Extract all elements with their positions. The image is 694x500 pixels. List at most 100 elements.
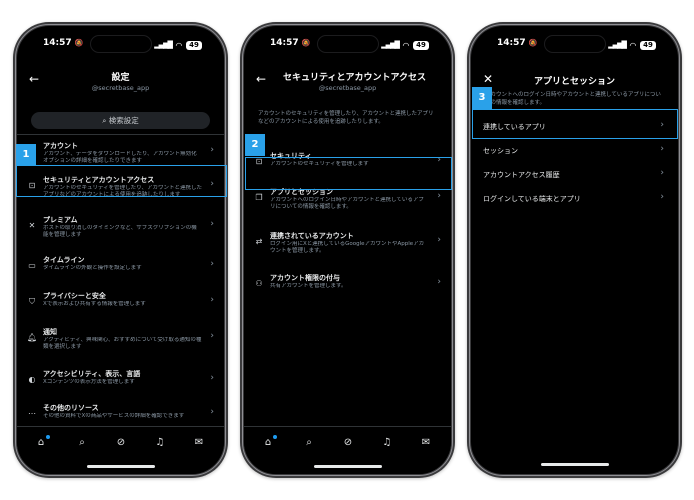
- item-desc: アカウントへのログイン日時やアカウントと連携しているアプリについての情報を確認し…: [270, 197, 424, 210]
- highlight-box-1: [16, 165, 227, 197]
- bell-off-icon: 🔕: [74, 39, 84, 47]
- wifi-icon: ◠: [629, 40, 636, 50]
- item-title: アカウント権限の付与: [270, 274, 340, 282]
- menu-item-sessions[interactable]: セッション ›: [483, 144, 664, 156]
- step-badge-3: 3: [472, 87, 492, 109]
- screenshot-stage: sapp.net 14:57 🔕 ▂▄▆█◠49 ← 設定 @secretbas…: [0, 0, 694, 500]
- settings-item-notifications[interactable]: 🔔︎ 通知 アクティビティ、興味関心、おすすめについて受け取る通知の種類を選択し…: [17, 326, 224, 354]
- accessibility-icon: ◐: [28, 375, 36, 384]
- back-arrow-icon[interactable]: ←: [29, 72, 39, 86]
- close-icon[interactable]: ✕: [483, 72, 493, 86]
- battery-icon: 49: [413, 40, 429, 50]
- security-item-delegate[interactable]: ⚇ アカウント権限の付与 共有アカウントを管理します。 ›: [244, 272, 451, 296]
- apps-sessions-screen: 14:57 🔕 ▂▄▆█ ◠ 49 ✕ アプリとセッション アカウントへのログイン日…: [471, 26, 678, 474]
- settings-screen: 14:57 🔕 ▂▄▆█ ◠ 49 ← 設定 @secretbase_app ⌕ 検…: [17, 26, 224, 474]
- grok-icon[interactable]: ⊘: [113, 437, 129, 448]
- step-badge-1: 1: [16, 144, 36, 166]
- battery-icon: 49: [640, 40, 656, 50]
- highlight-box-3: [472, 109, 678, 139]
- home-indicator: [313, 465, 382, 468]
- settings-item-privacy[interactable]: ⛉ プライバシーと安全 Xで表示および共有する情報を管理します ›: [17, 290, 224, 314]
- phone-settings: 14:57 🔕 ▂▄▆█ ◠ 49 ← 設定 @secretbase_app ⌕ 検…: [13, 22, 228, 478]
- back-arrow-icon[interactable]: ←: [256, 72, 266, 86]
- item-desc: 共有アカウントを管理します。: [270, 283, 347, 289]
- messages-icon[interactable]: ✉: [418, 437, 434, 448]
- status-bar: 14:57 🔕 ▂▄▆█ ◠ 49: [471, 38, 678, 52]
- security-screen: 14:57 🔕 ▂▄▆█ ◠ 49 ← セキュリティとアカウントアクセス @secr…: [244, 26, 451, 474]
- home-indicator: [540, 463, 609, 466]
- messages-icon[interactable]: ✉: [191, 437, 207, 448]
- timeline-icon: ▭: [28, 261, 36, 270]
- settings-item-timeline[interactable]: ▭ タイムライン タイムラインの外観と操作を設定します ›: [17, 254, 224, 278]
- x-icon: ✕: [28, 221, 36, 230]
- settings-item-accessibility[interactable]: ◐ アクセシビリティ、表示、言語 Xコンテンツの表示方法を管理します ›: [17, 368, 224, 392]
- chevron-right-icon: ›: [437, 277, 441, 287]
- settings-header: ← 設定 @secretbase_app: [17, 68, 224, 100]
- link-icon: ⇄: [255, 237, 263, 246]
- search-icon[interactable]: ⌕: [74, 437, 90, 448]
- status-time: 14:57: [43, 38, 72, 48]
- chevron-right-icon: ›: [210, 407, 214, 417]
- status-time: 14:57: [497, 38, 526, 48]
- bell-off-icon: 🔕: [301, 39, 311, 47]
- bottom-tab-bar: ⌂ ⌕ ⊘ ♫ ✉: [244, 426, 451, 474]
- intro-text: アカウントのセキュリティを管理したり、アカウントと連携したアプリなどのアカウント…: [258, 111, 434, 125]
- step-badge-2: 2: [245, 134, 265, 156]
- security-item-connected-accounts[interactable]: ⇄ 連携されているアカウント ログイン用にXと連携しているGoogleアカウント…: [244, 230, 451, 258]
- wifi-icon: ◠: [402, 40, 409, 50]
- item-desc: ポストの取り消しのタイミングなど、サブスクリプションの機能を管理します: [43, 225, 197, 238]
- item-desc: タイムラインの外観と操作を設定します: [43, 265, 142, 271]
- wifi-icon: ◠: [175, 40, 182, 50]
- search-icon[interactable]: ⌕: [301, 437, 317, 448]
- signal-icon: ▂▄▆█: [154, 41, 173, 49]
- item-title: 連携されているアカウント: [270, 232, 354, 240]
- shield-icon: ⛉: [29, 297, 35, 306]
- chevron-right-icon: ›: [660, 192, 664, 202]
- bottom-tab-bar: ⌂ ⌕ ⊘ ♫ ✉: [17, 426, 224, 474]
- status-time: 14:57: [270, 38, 299, 48]
- phone-apps-sessions: 14:57 🔕 ▂▄▆█ ◠ 49 ✕ アプリとセッション アカウントへのログイン日…: [467, 22, 682, 478]
- search-input[interactable]: ⌕ 検索設定: [31, 112, 210, 129]
- page-subtitle: @secretbase_app: [91, 84, 150, 92]
- page-subtitle: @secretbase_app: [318, 84, 377, 92]
- menu-item-access-history[interactable]: アカウントアクセス履歴 ›: [483, 168, 664, 180]
- search-icon: ⌕: [102, 116, 107, 125]
- page-title: アプリとセッション: [533, 77, 615, 87]
- intro-text: アカウントへのログイン日時やアカウントと連携しているアプリについての情報を確認し…: [485, 92, 661, 106]
- chevron-right-icon: ›: [210, 295, 214, 305]
- page-title: セキュリティとアカウントアクセス: [282, 73, 426, 83]
- item-title: タイムライン: [43, 256, 85, 264]
- item-title: プライバシーと安全: [43, 292, 106, 300]
- chevron-right-icon: ›: [210, 219, 214, 229]
- item-label: セッション: [483, 147, 518, 155]
- signal-icon: ▂▄▆█: [381, 41, 400, 49]
- notifications-icon[interactable]: ♫: [379, 437, 395, 448]
- item-desc: アカウント、データをダウンロードしたり、アカウント無効化オプションの詳細を確認し…: [43, 151, 197, 164]
- bell-off-icon: 🔕: [528, 39, 538, 47]
- status-bar: 14:57 🔕 ▂▄▆█ ◠ 49: [17, 38, 224, 52]
- settings-item-resources[interactable]: ⋯ その他のリソース その他の資料でXの商品やサービスの詳細を確認できます ›: [17, 402, 224, 426]
- item-desc: その他の資料でXの商品やサービスの詳細を確認できます: [43, 413, 185, 419]
- item-label: ログインしている端末とアプリ: [483, 195, 581, 203]
- grok-icon[interactable]: ⊘: [340, 437, 356, 448]
- chevron-right-icon: ›: [660, 144, 664, 154]
- item-title: その他のリソース: [43, 404, 99, 412]
- notifications-icon[interactable]: ♫: [152, 437, 168, 448]
- chevron-right-icon: ›: [210, 259, 214, 269]
- home-indicator: [86, 465, 155, 468]
- item-title: アクセシビリティ、表示、言語: [43, 370, 141, 378]
- bell-icon: 🔔︎: [27, 333, 38, 342]
- item-desc: Xで表示および共有する情報を管理します: [43, 301, 146, 307]
- menu-item-logged-in-devices[interactable]: ログインしている端末とアプリ ›: [483, 192, 664, 204]
- chevron-right-icon: ›: [210, 331, 214, 341]
- battery-icon: 49: [186, 40, 202, 50]
- page-title: 設定: [111, 73, 130, 83]
- settings-item-premium[interactable]: ✕ プレミアム ポストの取り消しのタイミングなど、サブスクリプションの機能を管理…: [17, 214, 224, 242]
- item-desc: アクティビティ、興味関心、おすすめについて受け取る通知の種類を選択します: [43, 337, 202, 350]
- item-label: アカウントアクセス履歴: [483, 171, 560, 179]
- item-title: アカウント: [43, 142, 78, 150]
- apps-icon: ❐: [255, 193, 263, 202]
- unread-dot: [46, 435, 50, 439]
- chevron-right-icon: ›: [210, 145, 214, 155]
- chevron-right-icon: ›: [437, 235, 441, 245]
